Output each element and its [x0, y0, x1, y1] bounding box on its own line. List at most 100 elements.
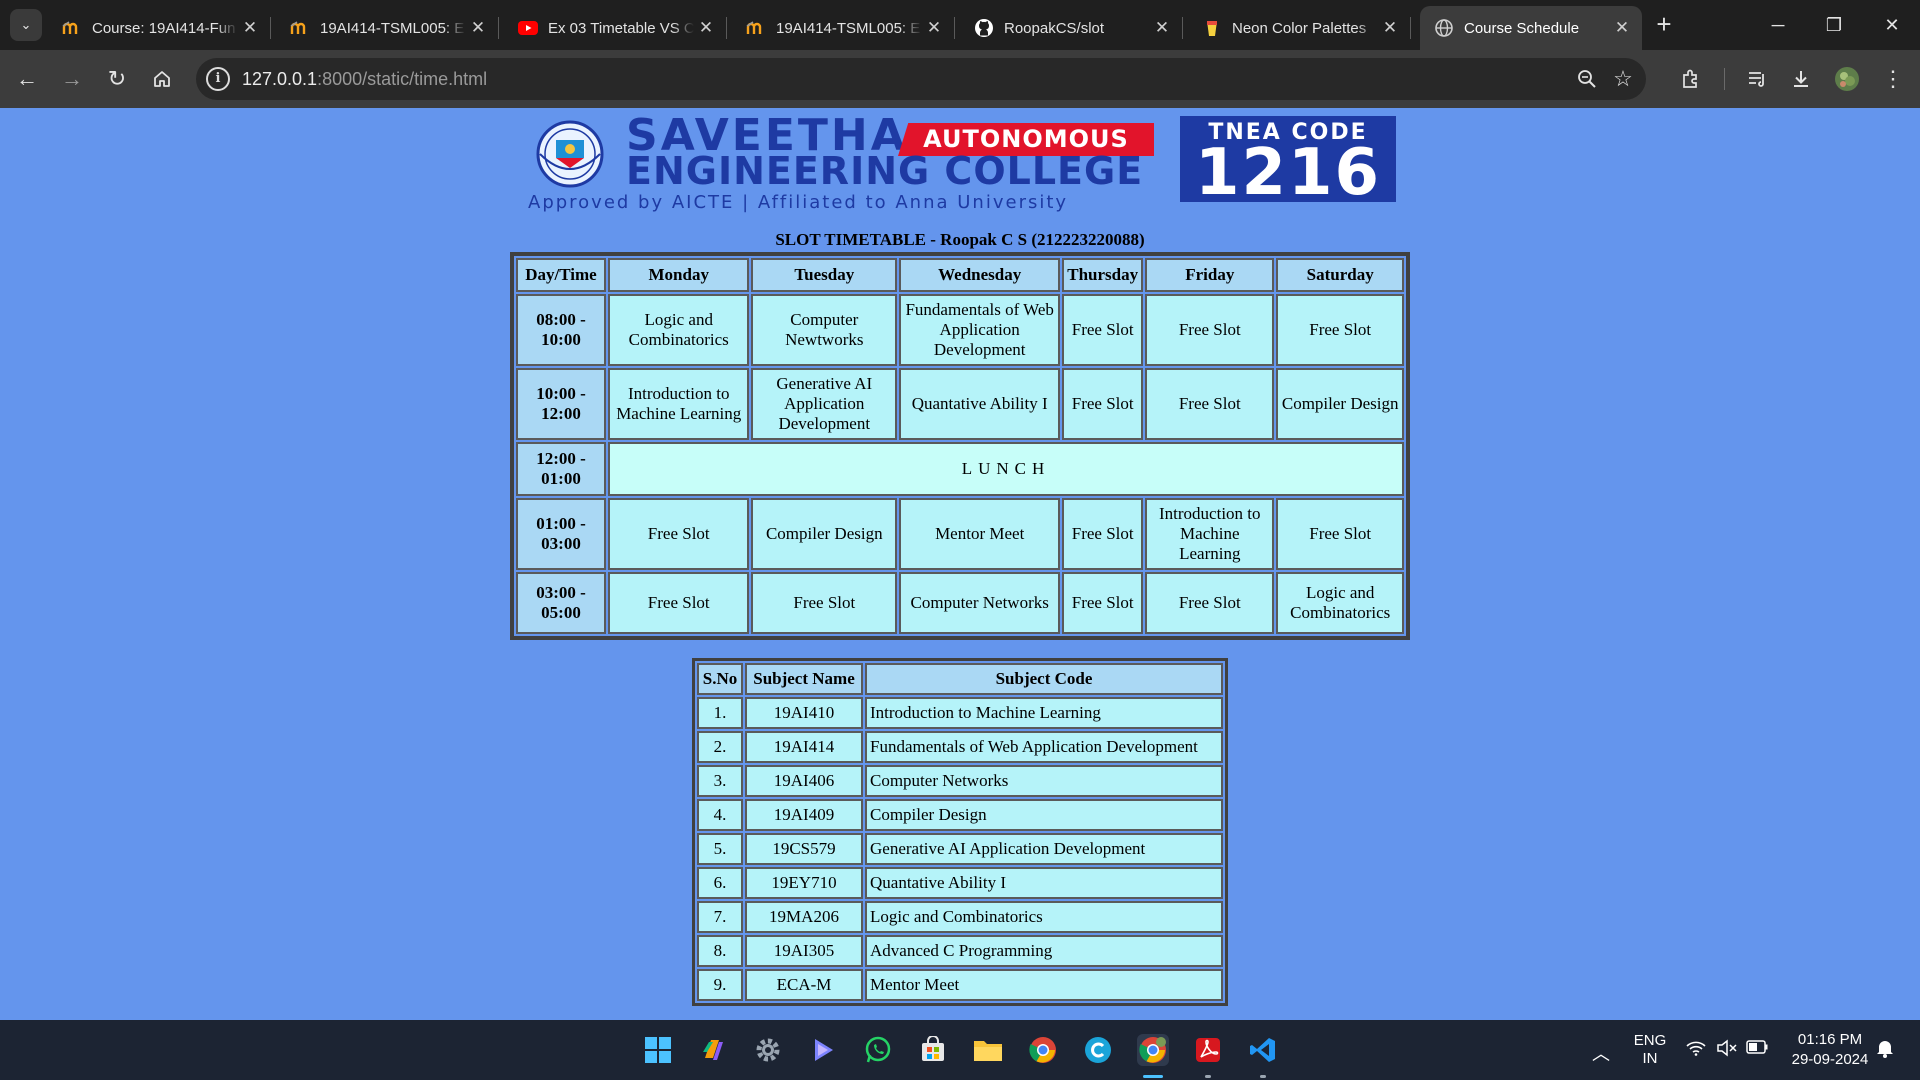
extensions-icon[interactable]: [1674, 62, 1708, 96]
youtube-icon: [518, 18, 538, 38]
close-window-icon[interactable]: ✕: [1870, 8, 1914, 42]
close-tab-icon[interactable]: ✕: [922, 18, 946, 38]
subject-row: 6. 19EY710 Quantative Ability I: [697, 867, 1223, 899]
zoom-icon[interactable]: [1570, 62, 1604, 96]
name-cell: Compiler Design: [865, 799, 1223, 831]
address-bar[interactable]: i 127.0.0.1:8000/static/time.html ☆: [196, 58, 1646, 100]
notification-bell-icon[interactable]: [1876, 1038, 1894, 1062]
tab-search-icon[interactable]: ⌄: [10, 9, 42, 41]
class-cell: Free Slot: [608, 498, 750, 570]
browser-tab[interactable]: Course: 19AI414-Fun ✕: [48, 6, 271, 50]
close-tab-icon[interactable]: ✕: [238, 18, 262, 38]
subject-row: 3. 19AI406 Computer Networks: [697, 765, 1223, 797]
class-cell: Free Slot: [1145, 368, 1275, 440]
class-cell: Mentor Meet: [899, 498, 1061, 570]
profile-avatar-icon[interactable]: [1830, 62, 1864, 96]
class-cell: Logic and Combinatorics: [1276, 572, 1404, 634]
subject-row: 9. ECA-M Mentor Meet: [697, 969, 1223, 1001]
file-explorer-icon[interactable]: [972, 1034, 1004, 1066]
browser-tab[interactable]: Ex 03 Timetable VS C ✕: [504, 6, 727, 50]
chrome-profile-icon[interactable]: [1137, 1034, 1169, 1066]
subject-header-row: S.No Subject Name Subject Code: [697, 663, 1223, 695]
timetable-caption: SLOT TIMETABLE - Roopak C S (21222322008…: [775, 230, 1145, 249]
volume-muted-icon[interactable]: [1716, 1039, 1738, 1061]
copilot-icon[interactable]: [697, 1034, 729, 1066]
subject-row: 4. 19AI409 Compiler Design: [697, 799, 1223, 831]
whatsapp-icon[interactable]: [862, 1034, 894, 1066]
subject-row: 5. 19CS579 Generative AI Application Devel…: [697, 833, 1223, 865]
language-indicator[interactable]: ENG IN: [1628, 1032, 1672, 1068]
sno-cell: 1.: [697, 697, 743, 729]
sno-cell: 6.: [697, 867, 743, 899]
browser-tab[interactable]: RoopakCS/slot ✕: [960, 6, 1183, 50]
college-tagline: Approved by AICTE | Affiliated to Anna U…: [528, 192, 1069, 213]
code-cell: 19AI406: [745, 765, 863, 797]
battery-icon[interactable]: [1746, 1040, 1768, 1058]
windows-taskbar: ︿ ENG IN 01:16 PM 29-09-2024: [0, 1020, 1920, 1080]
globe-icon: [1434, 18, 1454, 38]
close-tab-icon[interactable]: ✕: [1610, 18, 1634, 38]
sno-cell: 4.: [697, 799, 743, 831]
chrome-menu-icon[interactable]: ⋮: [1876, 62, 1910, 96]
url-text[interactable]: 127.0.0.1:8000/static/time.html: [242, 69, 487, 90]
class-cell: Free Slot: [1062, 294, 1144, 366]
microsoft-store-icon[interactable]: [917, 1034, 949, 1066]
language-code: ENG: [1633, 1032, 1667, 1049]
running-app-indicator: [1205, 1075, 1211, 1078]
clock-time: 01:16 PM: [1797, 1031, 1863, 1048]
reload-icon[interactable]: ↻: [100, 62, 134, 96]
code-cell: 19AI305: [745, 935, 863, 967]
settings-gear-icon[interactable]: [752, 1034, 784, 1066]
restore-icon[interactable]: ❐: [1812, 8, 1856, 42]
header-friday: Friday: [1145, 258, 1275, 292]
close-tab-icon[interactable]: ✕: [1150, 18, 1174, 38]
wifi-icon[interactable]: [1686, 1040, 1706, 1060]
class-cell: Compiler Design: [751, 498, 898, 570]
subject-row: 1. 19AI410 Introduction to Machine Learnin…: [697, 697, 1223, 729]
time-slot: 03:00 - 05:00: [516, 572, 606, 634]
media-controls-icon[interactable]: [1740, 62, 1774, 96]
download-icon[interactable]: [1784, 62, 1818, 96]
acrobat-reader-icon[interactable]: [1192, 1034, 1224, 1066]
browser-tab-active[interactable]: Course Schedule ✕: [1420, 6, 1642, 50]
moodle-icon: [290, 18, 310, 38]
name-cell: Mentor Meet: [865, 969, 1223, 1001]
close-tab-icon[interactable]: ✕: [466, 18, 490, 38]
class-cell: Fundamentals of Web Application Developm…: [899, 294, 1061, 366]
bookmark-star-icon[interactable]: ☆: [1606, 62, 1640, 96]
class-cell: Introduction to Machine Learning: [608, 368, 750, 440]
browser-tab-strip: ⌄ Course: 19AI414-Fun ✕ 19AI414-TSML005:…: [0, 0, 1920, 50]
vscode-icon[interactable]: [1247, 1034, 1279, 1066]
tnea-code: 1216: [1194, 136, 1382, 210]
close-tab-icon[interactable]: ✕: [1378, 18, 1402, 38]
new-tab-icon[interactable]: +: [1650, 10, 1678, 40]
site-info-icon[interactable]: i: [206, 67, 230, 91]
windows-start-icon[interactable]: [642, 1034, 674, 1066]
browser-tab[interactable]: 19AI414-TSML005: E ✕: [276, 6, 499, 50]
class-cell: Free Slot: [1145, 294, 1275, 366]
lunch-cell: LUNCH: [608, 442, 1404, 496]
browser-tab[interactable]: Neon Color Palettes ✕: [1188, 6, 1411, 50]
back-icon[interactable]: ←: [10, 62, 44, 96]
chrome-icon[interactable]: [1027, 1034, 1059, 1066]
name-cell: Logic and Combinatorics: [865, 901, 1223, 933]
close-tab-icon[interactable]: ✕: [694, 18, 718, 38]
header-subject-code: Subject Code: [865, 663, 1223, 695]
show-hidden-icons-chevron-icon[interactable]: ︿: [1592, 1040, 1610, 1066]
media-player-icon[interactable]: [807, 1034, 839, 1066]
home-icon[interactable]: [145, 62, 179, 96]
browser-tab[interactable]: 19AI414-TSML005: E ✕: [732, 6, 955, 50]
minimize-icon[interactable]: ─: [1756, 8, 1800, 42]
class-cell: Logic and Combinatorics: [608, 294, 750, 366]
timetable-row: 03:00 - 05:00 Free Slot Free Slot Comput…: [516, 572, 1404, 634]
tab-title: RoopakCS/slot: [1004, 19, 1105, 37]
class-cell: Free Slot: [1062, 572, 1144, 634]
timetable-header-row: Day/Time Monday Tuesday Wednesday Thursd…: [516, 258, 1404, 292]
canva-icon[interactable]: [1082, 1034, 1114, 1066]
tab-title: Neon Color Palettes: [1232, 19, 1367, 37]
code-cell: 19AI414: [745, 731, 863, 763]
clock[interactable]: 01:16 PM 29-09-2024: [1782, 1030, 1878, 1070]
forward-icon[interactable]: →: [55, 62, 89, 96]
sno-cell: 9.: [697, 969, 743, 1001]
github-icon: [974, 18, 994, 38]
